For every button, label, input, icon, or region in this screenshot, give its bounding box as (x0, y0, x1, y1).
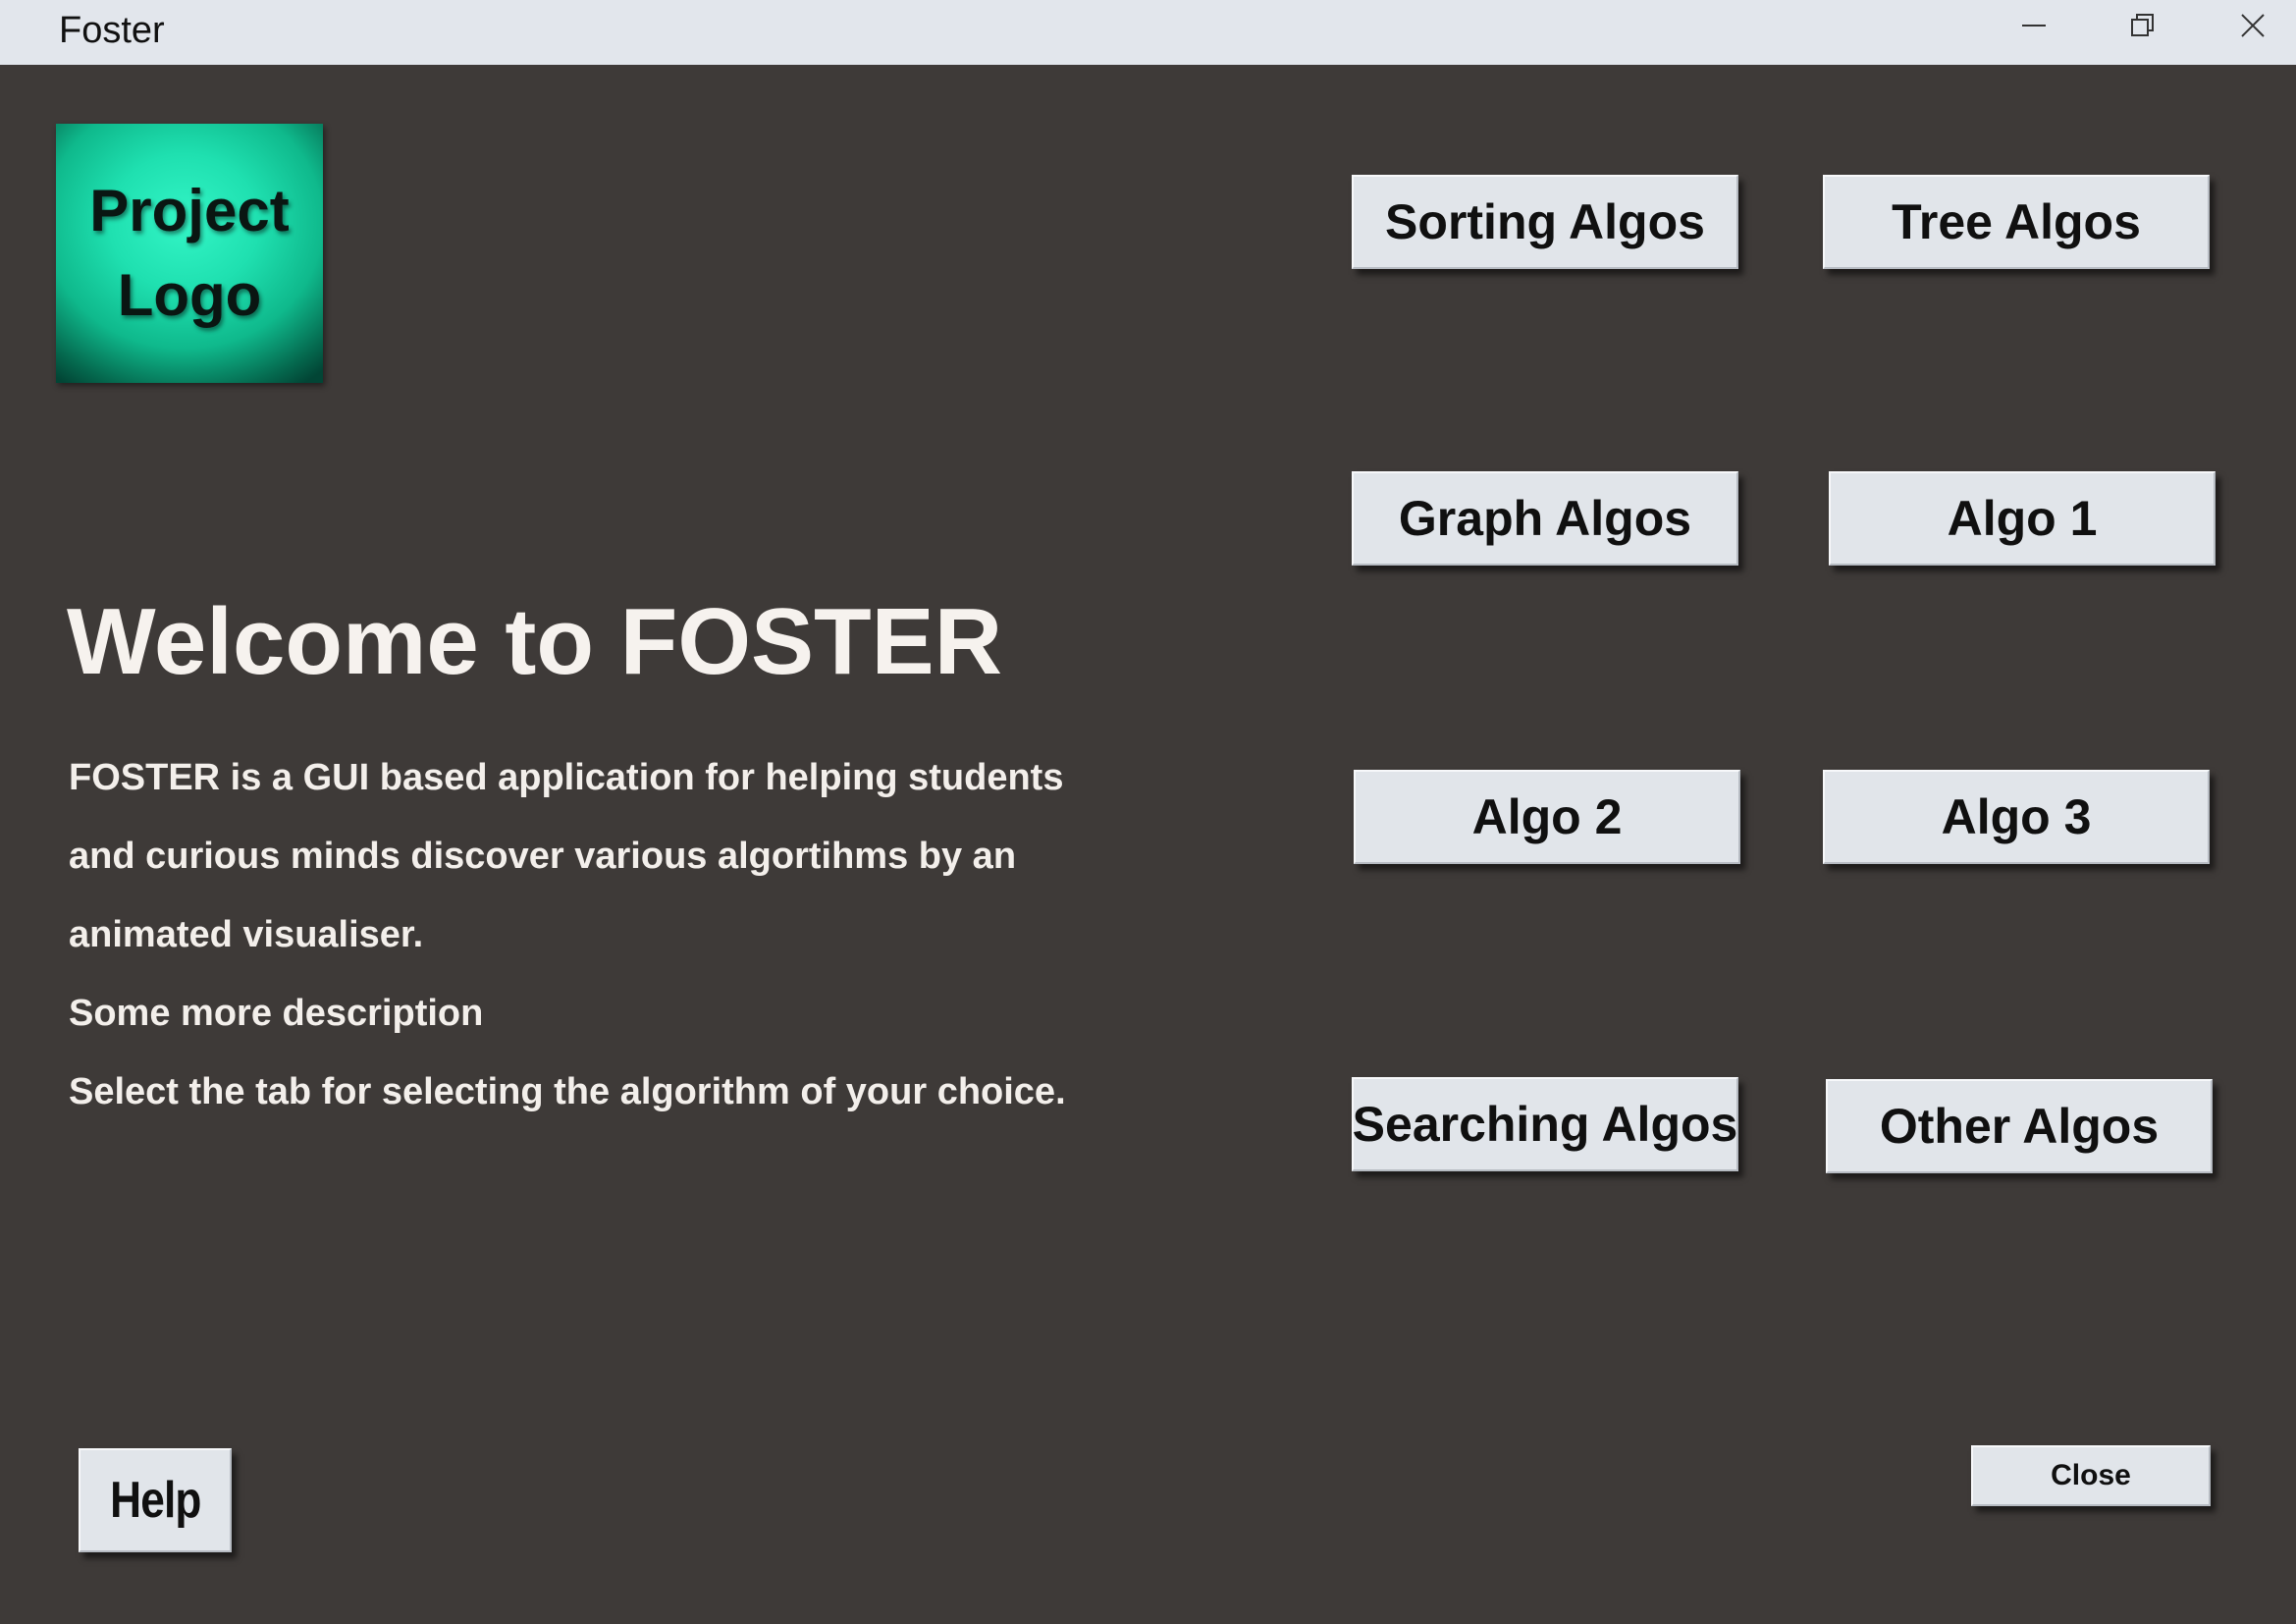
description-line: FOSTER is a GUI based application for he… (69, 757, 1064, 798)
tree-algos-button[interactable]: Tree Algos (1823, 175, 2210, 269)
description-line: Some more description (69, 993, 484, 1034)
algo-1-button[interactable]: Algo 1 (1829, 471, 2216, 566)
graph-algos-button[interactable]: Graph Algos (1352, 471, 1738, 566)
welcome-description: FOSTER is a GUI based application for he… (69, 738, 1227, 1131)
restore-button[interactable] (2094, 0, 2192, 51)
logo-text-line1: Project (89, 178, 290, 244)
close-icon (2239, 12, 2267, 39)
minimize-icon (2020, 12, 2048, 39)
description-line: animated visualiser. (69, 914, 424, 955)
help-button[interactable]: Help (79, 1448, 232, 1552)
description-line: and curious minds discover various algor… (69, 836, 1017, 877)
sorting-algos-button[interactable]: Sorting Algos (1352, 175, 1738, 269)
window-title: Foster (59, 10, 165, 51)
title-bar[interactable]: Foster (0, 0, 2296, 65)
other-algos-button[interactable]: Other Algos (1826, 1079, 2213, 1173)
algo-2-button[interactable]: Algo 2 (1354, 770, 1740, 864)
description-line: Select the tab for selecting the algorit… (69, 1071, 1066, 1112)
searching-algos-button[interactable]: Searching Algos (1352, 1077, 1738, 1171)
logo-text-line2: Logo (117, 262, 262, 328)
help-button-label: Help (109, 1472, 201, 1529)
project-logo: Project Logo (56, 124, 323, 383)
minimize-button[interactable] (1985, 0, 2083, 51)
restore-icon (2129, 12, 2157, 39)
app-window: Foster Project Logo Welcome to FOSTER FO… (0, 0, 2296, 1624)
welcome-heading: Welcome to FOSTER (67, 589, 1003, 694)
close-button[interactable]: Close (1971, 1445, 2211, 1506)
close-window-button[interactable] (2204, 0, 2296, 51)
algo-3-button[interactable]: Algo 3 (1823, 770, 2210, 864)
